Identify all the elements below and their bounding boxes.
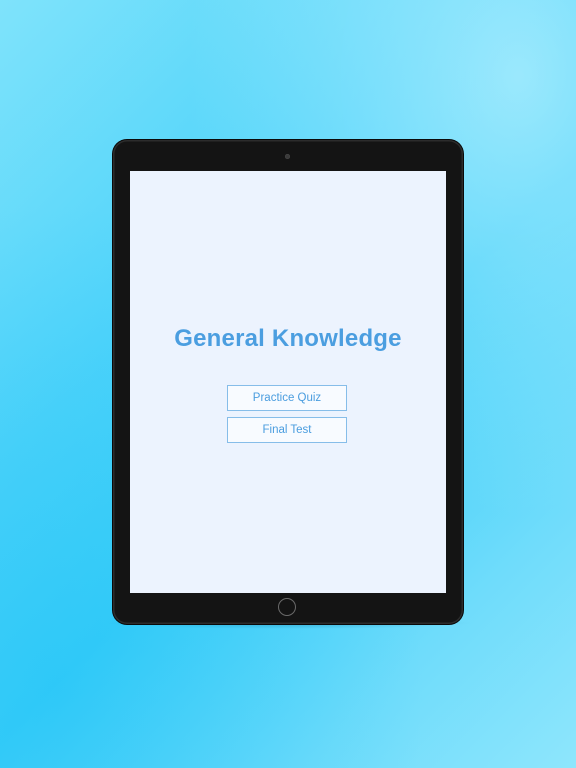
final-test-button[interactable]: Final Test [227,417,347,443]
page-title: General Knowledge [174,325,402,352]
camera-icon [285,154,290,159]
practice-quiz-button[interactable]: Practice Quiz [227,385,347,411]
app-screen: General Knowledge Practice Quiz Final Te… [130,171,446,593]
tablet-frame: General Knowledge Practice Quiz Final Te… [113,140,463,624]
home-button-icon[interactable] [278,598,296,616]
